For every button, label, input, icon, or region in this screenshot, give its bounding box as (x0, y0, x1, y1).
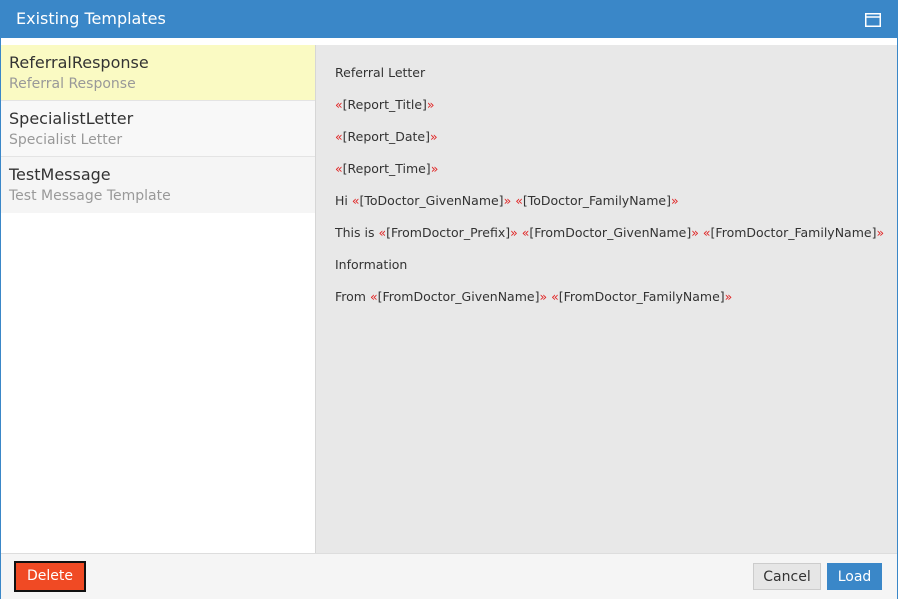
preview-line: «[Report_Time]» (335, 161, 438, 177)
preview-text: Referral Letter (335, 65, 426, 80)
preview-text: From (335, 289, 370, 304)
merge-open-marker: « (551, 289, 559, 304)
merge-field: [ToDoctor_FamilyName] (522, 193, 671, 208)
preview-line: This is «[FromDoctor_Prefix]» «[FromDoct… (335, 225, 884, 241)
preview-line: Information (335, 257, 407, 273)
dialog-titlebar: Existing Templates (1, 1, 897, 38)
preview-line: From «[FromDoctor_GivenName]» «[FromDoct… (335, 289, 732, 305)
merge-open-marker: « (351, 193, 360, 208)
merge-field: [Report_Title] (342, 97, 427, 112)
merge-field: [Report_Date] (342, 129, 430, 144)
template-description: Referral Response (9, 76, 136, 92)
template-description: Test Message Template (9, 188, 171, 204)
cancel-button[interactable]: Cancel (753, 563, 821, 590)
merge-open-marker: « (702, 225, 711, 240)
delete-button[interactable]: Delete (14, 561, 86, 592)
preview-line: «[Report_Title]» (335, 97, 435, 113)
dialog-title: Existing Templates (16, 9, 166, 28)
merge-field: [ToDoctor_GivenName] (359, 193, 504, 208)
template-name: ReferralResponse (9, 53, 149, 72)
merge-field: [Report_Time] (342, 161, 431, 176)
merge-field: [FromDoctor_FamilyName] (710, 225, 877, 240)
preview-text: Information (335, 257, 408, 272)
merge-close-marker: » (426, 97, 435, 112)
template-item-specialistletter[interactable]: SpecialistLetter Specialist Letter (1, 101, 315, 157)
preview-line: Referral Letter (335, 65, 425, 81)
merge-field: [FromDoctor_GivenName] (377, 289, 540, 304)
preview-line: Hi «[ToDoctor_GivenName]» «[ToDoctor_Fam… (335, 193, 679, 209)
merge-close-marker: » (429, 129, 438, 144)
load-button[interactable]: Load (827, 563, 882, 590)
merge-field: [FromDoctor_FamilyName] (558, 289, 725, 304)
preview-line: «[Report_Date]» (335, 129, 438, 145)
merge-close-marker: » (724, 289, 733, 304)
merge-open-marker: « (335, 161, 343, 176)
template-name: SpecialistLetter (9, 109, 134, 128)
preview-text: This is (335, 225, 379, 240)
merge-close-marker: » (691, 225, 699, 240)
merge-open-marker: « (369, 289, 378, 304)
template-item-testmessage[interactable]: TestMessage Test Message Template (1, 157, 315, 213)
merge-close-marker: » (430, 161, 439, 176)
merge-open-marker: « (335, 97, 343, 112)
merge-close-marker: » (876, 225, 885, 240)
merge-close-marker: » (510, 225, 518, 240)
templates-dialog: Existing Templates ReferralResponse Refe… (0, 0, 898, 599)
dialog-footer: Delete Cancel Load (1, 553, 897, 599)
merge-field: [FromDoctor_GivenName] (529, 225, 692, 240)
template-list: ReferralResponse Referral Response Speci… (1, 45, 315, 553)
merge-open-marker: « (378, 225, 387, 240)
merge-close-marker: » (539, 289, 548, 304)
template-name: TestMessage (9, 165, 111, 184)
merge-open-marker: « (335, 129, 343, 144)
merge-field: [FromDoctor_Prefix] (386, 225, 511, 240)
window-maximize-icon[interactable] (865, 12, 881, 27)
merge-open-marker: « (515, 193, 523, 208)
template-item-referralresponse[interactable]: ReferralResponse Referral Response (1, 45, 315, 101)
template-preview: Referral Letter «[Report_Title]» «[Repor… (316, 45, 897, 553)
preview-text: Hi (335, 193, 352, 208)
template-description: Specialist Letter (9, 132, 123, 148)
merge-close-marker: » (670, 193, 679, 208)
